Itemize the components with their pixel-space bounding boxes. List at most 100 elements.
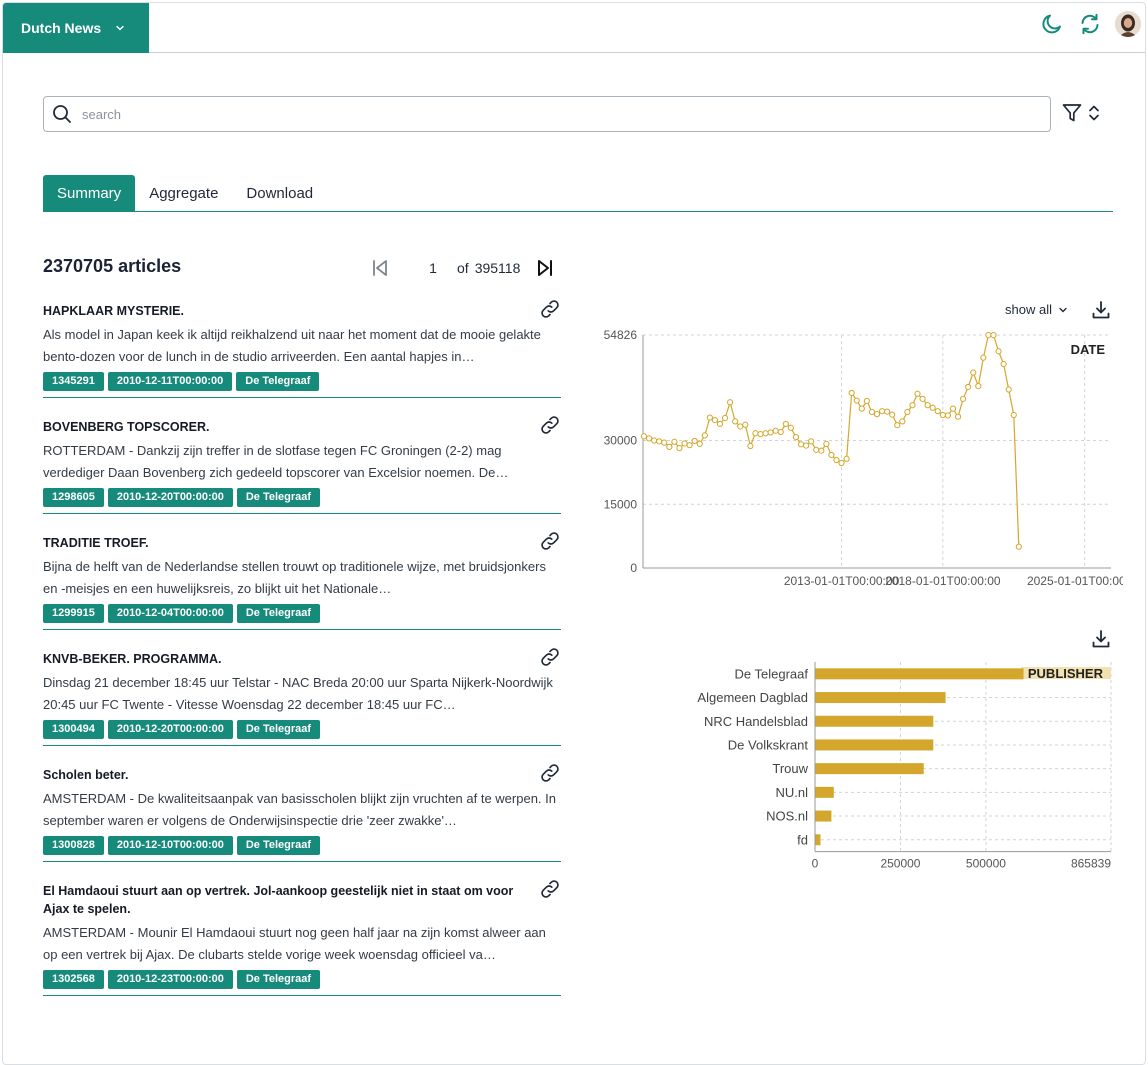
article-card[interactable]: HAPKLAAR MYSTERIE. Als model in Japan ke… <box>43 298 561 398</box>
category-label: NRC Handelsblad <box>704 714 808 729</box>
tab-download[interactable]: Download <box>232 175 327 211</box>
data-point <box>797 441 805 448</box>
x-tick-label: 2018-01-01T00:00:00 <box>885 574 1001 588</box>
article-card[interactable]: El Hamdaoui stuurt aan op vertrek. Jol-a… <box>43 878 561 996</box>
article-publisher-tag[interactable]: De Telegraaf <box>236 604 321 623</box>
bar <box>815 763 924 775</box>
user-avatar[interactable] <box>1115 11 1141 37</box>
y-tick-label: 15000 <box>604 497 638 511</box>
last-page-button[interactable] <box>534 257 556 279</box>
first-page-button[interactable] <box>369 257 391 279</box>
article-link-button[interactable] <box>539 530 561 557</box>
article-title[interactable]: El Hamdaoui stuurt aan op vertrek. Jol-a… <box>43 878 561 918</box>
article-card[interactable]: TRADITIE TROEF. Bijna de helft van de Ne… <box>43 530 561 630</box>
link-icon <box>541 764 559 782</box>
data-point <box>742 421 749 428</box>
data-point <box>965 383 972 391</box>
article-snippet: AMSTERDAM - Mounir El Hamdaoui stuurt no… <box>43 925 546 962</box>
filter-icon[interactable] <box>1061 102 1083 124</box>
article-link-button[interactable] <box>539 646 561 673</box>
link-icon <box>541 532 559 550</box>
data-point <box>1005 386 1012 393</box>
search-bar[interactable] <box>43 96 1051 132</box>
download-publisher-chart-button[interactable] <box>1090 628 1112 655</box>
data-point <box>772 427 779 434</box>
current-page[interactable]: 1 <box>423 260 443 276</box>
download-date-chart-button[interactable] <box>1090 299 1112 326</box>
data-point <box>752 430 759 437</box>
date-line-chart: 54826 30000 15000 0 2013-01-01T00:00:002018-… <box>604 328 1123 588</box>
data-point <box>716 420 724 428</box>
data-point <box>894 422 901 429</box>
article-link-button[interactable] <box>539 298 561 325</box>
article-date-tag[interactable]: 2010-12-23T00:00:00 <box>107 970 233 989</box>
bar <box>815 739 934 751</box>
article-publisher-tag[interactable]: De Telegraaf <box>236 970 321 989</box>
article-publisher-tag[interactable]: De Telegraaf <box>236 720 321 739</box>
tab-summary[interactable]: Summary <box>43 175 136 211</box>
article-id-tag[interactable]: 1300828 <box>43 836 104 855</box>
top-actions <box>1039 11 1141 37</box>
article-card[interactable]: KNVB-BEKER. PROGRAMMA. Dinsdag 21 decemb… <box>43 646 561 746</box>
article-card[interactable]: Scholen beter. AMSTERDAM - De kwaliteits… <box>43 762 561 862</box>
data-point <box>934 408 941 415</box>
article-title[interactable]: HAPKLAAR MYSTERIE. <box>43 298 561 320</box>
data-point <box>666 443 673 450</box>
avatar-icon <box>1115 11 1141 37</box>
article-id-tag[interactable]: 1345291 <box>43 372 104 391</box>
data-point <box>954 413 962 420</box>
data-point <box>939 411 946 419</box>
data-point <box>671 438 678 445</box>
article-id-tag[interactable]: 1300494 <box>43 720 104 739</box>
article-link-button[interactable] <box>539 878 561 905</box>
article-id-tag[interactable]: 1298605 <box>43 488 104 507</box>
article-date-tag[interactable]: 2010-12-11T00:00:00 <box>107 372 233 391</box>
article-publisher-tag[interactable]: De Telegraaf <box>236 372 320 391</box>
bar <box>815 810 832 822</box>
article-title[interactable]: Scholen beter. <box>43 762 561 784</box>
y-tick-label: 30000 <box>604 434 638 448</box>
show-all-label: show all <box>1005 302 1052 317</box>
data-point <box>813 446 820 453</box>
moon-icon <box>1042 14 1061 34</box>
article-link-button[interactable] <box>539 414 561 441</box>
article-id-tag[interactable]: 1299915 <box>43 604 104 623</box>
theme-toggle-button[interactable] <box>1039 11 1065 37</box>
data-point <box>1000 360 1007 368</box>
article-date-tag[interactable]: 2010-12-20T00:00:00 <box>107 720 233 739</box>
tab-aggregate[interactable]: Aggregate <box>135 175 232 211</box>
article-publisher-tag[interactable]: De Telegraaf <box>236 488 321 507</box>
data-point <box>727 399 734 406</box>
data-point <box>858 405 865 412</box>
article-id-tag[interactable]: 1302568 <box>43 970 104 989</box>
link-icon <box>541 416 559 434</box>
data-point <box>833 456 840 464</box>
data-point <box>853 397 860 404</box>
data-point <box>863 397 870 405</box>
chevron-down-icon <box>1059 307 1067 312</box>
article-date-tag[interactable]: 2010-12-20T00:00:00 <box>107 488 233 507</box>
data-point <box>848 389 855 397</box>
article-link-button[interactable] <box>539 762 561 789</box>
article-date-tag[interactable]: 2010-12-04T00:00:00 <box>107 604 233 623</box>
refresh-button[interactable] <box>1077 11 1103 37</box>
article-card[interactable]: BOVENBERG TOPSCORER. ROTTERDAM - Dankzij… <box>43 414 561 514</box>
data-point <box>828 451 835 459</box>
data-point <box>651 437 658 444</box>
article-date-tag[interactable]: 2010-12-10T00:00:00 <box>107 836 233 855</box>
article-list: HAPKLAAR MYSTERIE. Als model in Japan ke… <box>43 298 561 1012</box>
app-window: Dutch News search Summary Aggregate Down… <box>2 2 1146 1065</box>
chevron-up-down-icon[interactable] <box>1087 102 1101 124</box>
article-title[interactable]: TRADITIE TROEF. <box>43 530 561 552</box>
data-point <box>909 402 916 409</box>
show-all-dropdown[interactable]: show all <box>1005 302 1068 317</box>
search-input[interactable] <box>80 105 980 123</box>
article-title[interactable]: BOVENBERG TOPSCORER. <box>43 414 561 436</box>
data-point <box>645 435 653 442</box>
data-point <box>929 404 936 411</box>
corpus-selector[interactable]: Dutch News <box>3 3 149 53</box>
article-publisher-tag[interactable]: De Telegraaf <box>236 836 321 855</box>
data-point <box>721 414 729 422</box>
article-title[interactable]: KNVB-BEKER. PROGRAMMA. <box>43 646 561 668</box>
data-point <box>762 430 769 437</box>
